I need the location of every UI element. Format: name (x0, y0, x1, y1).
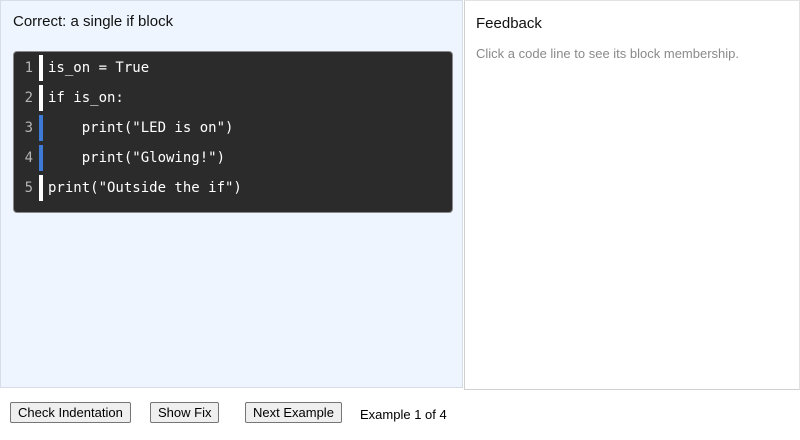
code-line-3[interactable]: 3 print("LED is on") (14, 113, 452, 143)
code-panel: Correct: a single if block 1 is_on = Tru… (0, 0, 463, 388)
check-indentation-button[interactable]: Check Indentation (10, 402, 131, 423)
line-number: 5 (24, 180, 33, 196)
code-line-5[interactable]: 5 print("Outside the if") (14, 173, 452, 203)
example-counter: Example 1 of 4 (360, 407, 447, 422)
block-marker (39, 55, 43, 81)
block-marker (39, 175, 43, 201)
block-marker (39, 145, 43, 171)
code-line-1[interactable]: 1 is_on = True (14, 53, 452, 83)
feedback-hint: Click a code line to see its block membe… (476, 46, 740, 61)
line-code: print("Outside the if") (48, 180, 242, 196)
line-code: print("Glowing!") (48, 150, 226, 166)
line-number: 2 (24, 90, 33, 106)
code-line-2[interactable]: 2 if is_on: (14, 83, 452, 113)
line-number: 1 (24, 60, 33, 76)
next-example-button[interactable]: Next Example (245, 402, 342, 423)
show-fix-button[interactable]: Show Fix (150, 402, 220, 423)
feedback-panel: Feedback Click a code line to see its bl… (464, 0, 800, 390)
line-number: 4 (24, 150, 33, 166)
indentation-exercise-app: Correct: a single if block 1 is_on = Tru… (0, 0, 800, 440)
code-editor: 1 is_on = True 2 if is_on: 3 print("LED … (13, 51, 453, 213)
line-number: 3 (24, 120, 33, 136)
feedback-title: Feedback (476, 15, 542, 32)
block-marker (39, 115, 43, 141)
code-line-4[interactable]: 4 print("Glowing!") (14, 143, 452, 173)
line-code: is_on = True (48, 60, 150, 76)
example-title: Correct: a single if block (13, 13, 174, 30)
line-code: print("LED is on") (48, 120, 234, 136)
block-marker (39, 85, 43, 111)
line-code: if is_on: (48, 90, 124, 106)
